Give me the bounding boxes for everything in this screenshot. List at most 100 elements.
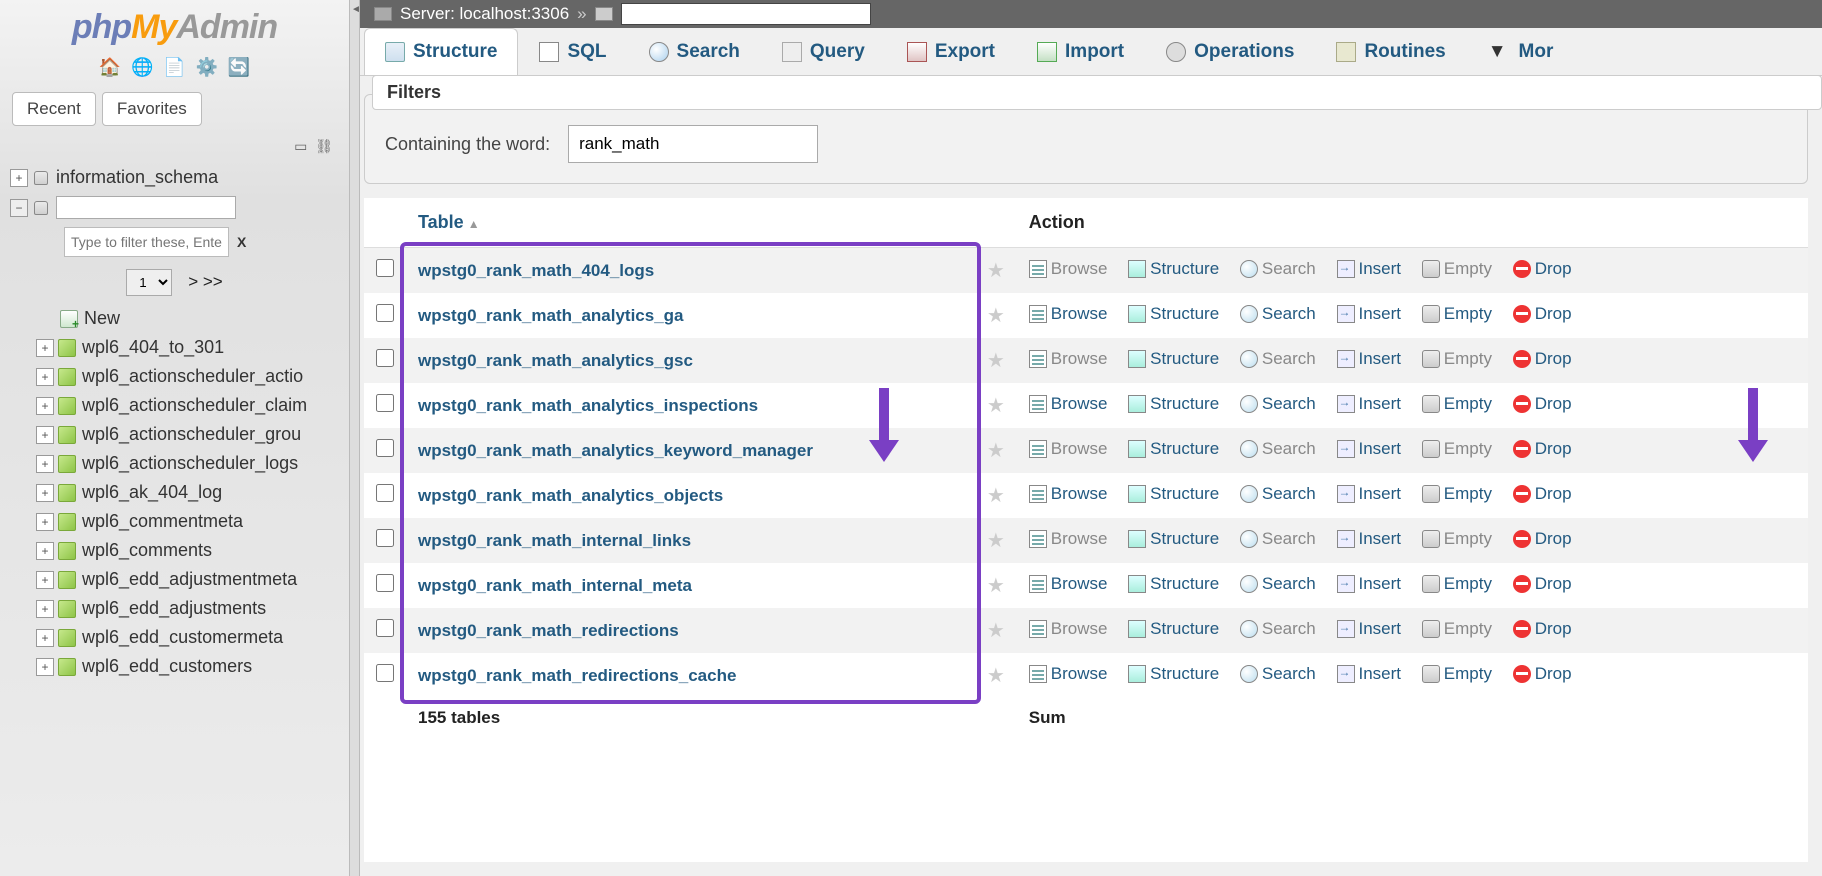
browse-action[interactable]: Browse — [1029, 349, 1108, 369]
favorites-tab[interactable]: Favorites — [102, 92, 202, 126]
drop-action[interactable]: Drop — [1513, 394, 1572, 414]
page-select[interactable]: 1 — [126, 269, 172, 296]
expand-icon[interactable]: + — [36, 455, 54, 473]
expand-icon[interactable]: + — [36, 571, 54, 589]
sidebar-table-link[interactable]: wpl6_actionscheduler_claim — [82, 395, 307, 416]
table-name-link[interactable]: wpstg0_rank_math_redirections_cache — [418, 666, 736, 685]
empty-action[interactable]: Empty — [1422, 349, 1492, 369]
insert-action[interactable]: Insert — [1337, 304, 1402, 324]
browse-action[interactable]: Browse — [1029, 664, 1108, 684]
sidebar-table-link[interactable]: wpl6_actionscheduler_logs — [82, 453, 298, 474]
structure-action[interactable]: Structure — [1128, 619, 1219, 639]
insert-action[interactable]: Insert — [1337, 349, 1402, 369]
sidebar-table-link[interactable]: wpl6_404_to_301 — [82, 337, 224, 358]
empty-action[interactable]: Empty — [1422, 574, 1492, 594]
favorite-star-icon[interactable]: ★ — [987, 485, 1005, 507]
row-checkbox[interactable] — [376, 529, 394, 547]
drop-action[interactable]: Drop — [1513, 574, 1572, 594]
empty-action[interactable]: Empty — [1422, 619, 1492, 639]
search-action[interactable]: Search — [1240, 574, 1316, 594]
structure-action[interactable]: Structure — [1128, 439, 1219, 459]
row-checkbox[interactable] — [376, 349, 394, 367]
tab-operations[interactable]: Operations — [1145, 28, 1315, 75]
next-page-link[interactable]: > >> — [188, 272, 223, 291]
table-name-link[interactable]: wpstg0_rank_math_internal_meta — [418, 576, 692, 595]
tab-export[interactable]: Export — [886, 28, 1016, 75]
row-checkbox[interactable] — [376, 259, 394, 277]
drop-action[interactable]: Drop — [1513, 664, 1572, 684]
row-checkbox[interactable] — [376, 394, 394, 412]
new-table-link[interactable]: New — [84, 308, 120, 329]
expand-icon[interactable]: + — [36, 484, 54, 502]
col-table[interactable]: Table▲ — [406, 198, 975, 248]
structure-action[interactable]: Structure — [1128, 484, 1219, 504]
search-action[interactable]: Search — [1240, 304, 1316, 324]
reload-icon[interactable]: 🔄 — [228, 57, 250, 77]
drop-action[interactable]: Drop — [1513, 439, 1572, 459]
recent-tab[interactable]: Recent — [12, 92, 96, 126]
insert-action[interactable]: Insert — [1337, 394, 1402, 414]
table-filter-input[interactable] — [64, 227, 229, 257]
breadcrumb-db[interactable] — [621, 3, 871, 25]
search-action[interactable]: Search — [1240, 664, 1316, 684]
drop-action[interactable]: Drop — [1513, 304, 1572, 324]
link-icon[interactable]: ⛓ — [315, 138, 333, 154]
favorite-star-icon[interactable]: ★ — [987, 575, 1005, 597]
expand-icon[interactable]: + — [36, 658, 54, 676]
clear-filter-button[interactable]: X — [237, 234, 246, 250]
db-name-input[interactable] — [56, 196, 236, 219]
sidebar-table-link[interactable]: wpl6_ak_404_log — [82, 482, 222, 503]
drop-action[interactable]: Drop — [1513, 484, 1572, 504]
favorite-star-icon[interactable]: ★ — [987, 620, 1005, 642]
browse-action[interactable]: Browse — [1029, 304, 1108, 324]
tab-search[interactable]: Search — [628, 28, 761, 75]
table-name-link[interactable]: wpstg0_rank_math_404_logs — [418, 261, 654, 280]
row-checkbox[interactable] — [376, 439, 394, 457]
expand-icon[interactable]: + — [36, 339, 54, 357]
favorite-star-icon[interactable]: ★ — [987, 665, 1005, 687]
sidebar-table-link[interactable]: wpl6_edd_customers — [82, 656, 252, 677]
empty-action[interactable]: Empty — [1422, 304, 1492, 324]
insert-action[interactable]: Insert — [1337, 574, 1402, 594]
row-checkbox[interactable] — [376, 574, 394, 592]
table-name-link[interactable]: wpstg0_rank_math_redirections — [418, 621, 679, 640]
settings-icon[interactable]: ⚙️ — [196, 57, 218, 77]
expand-icon[interactable]: + — [36, 542, 54, 560]
table-name-link[interactable]: wpstg0_rank_math_analytics_objects — [418, 486, 723, 505]
insert-action[interactable]: Insert — [1337, 259, 1402, 279]
search-action[interactable]: Search — [1240, 259, 1316, 279]
filter-input[interactable] — [568, 125, 818, 163]
docs-icon[interactable]: 📄 — [163, 57, 185, 77]
favorite-star-icon[interactable]: ★ — [987, 395, 1005, 417]
tab-sql[interactable]: SQL — [518, 28, 627, 75]
structure-action[interactable]: Structure — [1128, 259, 1219, 279]
collapse-all-icon[interactable]: ▭ — [294, 138, 307, 154]
search-action[interactable]: Search — [1240, 619, 1316, 639]
structure-action[interactable]: Structure — [1128, 529, 1219, 549]
favorite-star-icon[interactable]: ★ — [987, 530, 1005, 552]
tab-more[interactable]: ▼Mor — [1467, 28, 1575, 75]
favorite-star-icon[interactable]: ★ — [987, 440, 1005, 462]
structure-action[interactable]: Structure — [1128, 394, 1219, 414]
row-checkbox[interactable] — [376, 304, 394, 322]
expand-icon[interactable]: + — [36, 426, 54, 444]
structure-action[interactable]: Structure — [1128, 574, 1219, 594]
table-name-link[interactable]: wpstg0_rank_math_analytics_gsc — [418, 351, 693, 370]
sidebar-table-link[interactable]: wpl6_comments — [82, 540, 212, 561]
favorite-star-icon[interactable]: ★ — [987, 305, 1005, 327]
insert-action[interactable]: Insert — [1337, 619, 1402, 639]
search-action[interactable]: Search — [1240, 529, 1316, 549]
tab-query[interactable]: Query — [761, 28, 886, 75]
browse-action[interactable]: Browse — [1029, 619, 1108, 639]
db-information-schema[interactable]: information_schema — [56, 167, 218, 188]
favorite-star-icon[interactable]: ★ — [987, 350, 1005, 372]
search-action[interactable]: Search — [1240, 439, 1316, 459]
drop-action[interactable]: Drop — [1513, 529, 1572, 549]
sidebar-table-link[interactable]: wpl6_actionscheduler_grou — [82, 424, 301, 445]
search-action[interactable]: Search — [1240, 394, 1316, 414]
expand-icon[interactable]: + — [36, 600, 54, 618]
row-checkbox[interactable] — [376, 664, 394, 682]
search-action[interactable]: Search — [1240, 349, 1316, 369]
expand-icon[interactable]: + — [10, 169, 28, 187]
empty-action[interactable]: Empty — [1422, 394, 1492, 414]
